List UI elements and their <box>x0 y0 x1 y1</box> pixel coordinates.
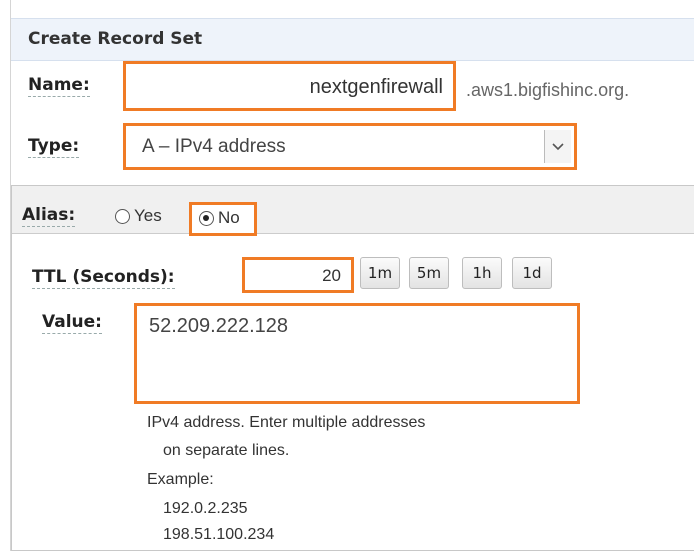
name-input[interactable]: nextgenfirewall <box>123 61 456 111</box>
ttl-input[interactable]: 20 <box>242 257 354 293</box>
alias-no-radio[interactable] <box>199 210 214 226</box>
alias-no-group: No <box>199 208 240 228</box>
help-line-example: Example: <box>147 471 214 488</box>
alias-bar: Alias: Yes No <box>12 186 694 236</box>
ttl-label: TTL (Seconds): <box>32 267 175 289</box>
type-select[interactable]: A – IPv4 address <box>123 123 577 170</box>
ttl-value: 20 <box>322 266 341 285</box>
panel-header: Create Record Set <box>11 18 694 61</box>
chevron-down-icon[interactable] <box>544 130 571 163</box>
alias-yes-label: Yes <box>134 206 162 225</box>
help-line-example-2: 198.51.100.234 <box>163 526 275 543</box>
help-line-1: IPv4 address. Enter multiple addresses <box>147 414 426 431</box>
alias-label: Alias: <box>22 205 76 227</box>
name-label: Name: <box>28 75 90 97</box>
value-text: 52.209.222.128 <box>149 315 289 337</box>
alias-no-option[interactable]: No <box>189 202 257 236</box>
create-record-set-panel: Create Record Set Name: nextgenfirewall … <box>10 0 694 551</box>
alias-section: Alias: Yes No TTL (Seconds): 20 1m 5m 1h… <box>11 185 694 551</box>
help-line-2: on separate lines. <box>163 442 290 459</box>
type-label: Type: <box>28 136 80 158</box>
ttl-1m-button[interactable]: 1m <box>360 257 400 289</box>
alias-yes-option[interactable]: Yes <box>115 206 162 226</box>
alias-no-label: No <box>218 208 240 227</box>
type-selected-value: A – IPv4 address <box>142 136 286 157</box>
alias-yes-radio[interactable] <box>115 208 130 224</box>
ttl-1d-button[interactable]: 1d <box>512 257 552 289</box>
value-textarea[interactable]: 52.209.222.128 <box>134 303 580 404</box>
help-line-example-1: 192.0.2.235 <box>163 500 248 517</box>
name-value: nextgenfirewall <box>309 76 443 98</box>
domain-suffix: .aws1.bigfishinc.org. <box>466 80 630 100</box>
ttl-1h-button[interactable]: 1h <box>462 257 502 289</box>
value-label: Value: <box>42 312 102 334</box>
ttl-5m-button[interactable]: 5m <box>409 257 449 289</box>
panel-title: Create Record Set <box>28 29 203 49</box>
